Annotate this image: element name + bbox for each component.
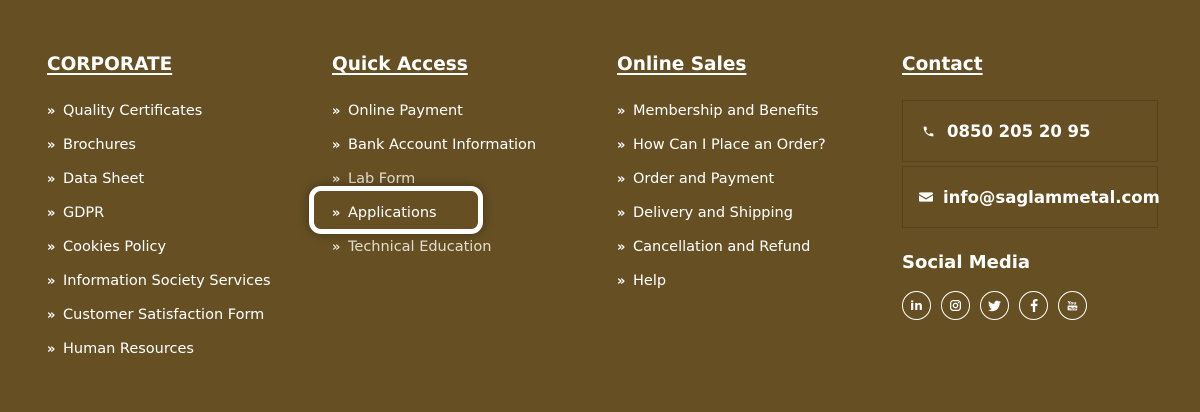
footer-link-information-society-services[interactable]: » Information Society Services — [47, 264, 307, 298]
footer-link-applications[interactable]: » Applications — [332, 196, 592, 230]
double-chevron-right-icon: » — [332, 171, 341, 187]
double-chevron-right-icon: » — [617, 239, 626, 255]
footer-link-data-sheet[interactable]: » Data Sheet — [47, 162, 307, 196]
double-chevron-right-icon: » — [617, 205, 626, 221]
footer-link-delivery-and-shipping[interactable]: » Delivery and Shipping — [617, 196, 877, 230]
quick-access-heading[interactable]: Quick Access — [332, 52, 468, 78]
footer-link-bank-account-information[interactable]: » Bank Account Information — [332, 128, 592, 162]
phone-icon — [919, 122, 937, 140]
youtube-icon[interactable]: You Tube — [1058, 291, 1087, 320]
footer-link-technical-education[interactable]: » Technical Education — [332, 230, 592, 264]
footer-link-gdpr[interactable]: » GDPR — [47, 196, 307, 230]
double-chevron-right-icon: » — [617, 137, 626, 153]
contact-boxes: 0850 205 20 95 info@saglammetal.com — [902, 100, 1160, 228]
phone-number: 0850 205 20 95 — [947, 121, 1091, 141]
double-chevron-right-icon: » — [332, 239, 341, 255]
footer-link-brochures[interactable]: » Brochures — [47, 128, 307, 162]
double-chevron-right-icon: » — [47, 205, 56, 221]
footer-link-help[interactable]: » Help — [617, 264, 877, 298]
footer-link-order-and-payment[interactable]: » Order and Payment — [617, 162, 877, 196]
footer-link-customer-satisfaction-form[interactable]: » Customer Satisfaction Form — [47, 298, 307, 332]
double-chevron-right-icon: » — [617, 273, 626, 289]
double-chevron-right-icon: » — [332, 137, 341, 153]
double-chevron-right-icon: » — [617, 171, 626, 187]
footer-column-corporate: CORPORATE » Quality Certificates » Brochur… — [47, 52, 307, 366]
footer-link-quality-certificates[interactable]: » Quality Certificates — [47, 94, 307, 128]
email-address: info@saglammetal.com — [943, 187, 1160, 207]
double-chevron-right-icon: » — [47, 341, 56, 357]
double-chevron-right-icon: » — [332, 103, 341, 119]
footer-link-human-resources[interactable]: » Human Resources — [47, 332, 307, 366]
instagram-icon[interactable] — [941, 291, 970, 320]
svg-text:Tube: Tube — [1069, 306, 1079, 311]
social-media-title: Social Media — [902, 252, 1031, 273]
footer-link-membership-and-benefits[interactable]: » Membership and Benefits — [617, 94, 877, 128]
footer-column-quick-access: Quick Access » Online Payment » Bank Accou… — [332, 52, 592, 264]
footer-column-contact: Contact 0850 205 20 95 info@saglammetal.… — [902, 52, 1160, 320]
phone-contact-box[interactable]: 0850 205 20 95 — [902, 100, 1158, 162]
footer-column-online-sales: Online Sales » Membership and Benefits » H… — [617, 52, 877, 298]
social-media-links: in You Tube — [902, 291, 1158, 320]
double-chevron-right-icon: » — [47, 103, 56, 119]
twitter-icon[interactable] — [980, 291, 1009, 320]
double-chevron-right-icon: » — [47, 137, 56, 153]
envelope-icon — [919, 188, 933, 206]
double-chevron-right-icon: » — [332, 205, 341, 221]
quick-access-links: » Online Payment » Bank Account Informatio… — [332, 94, 592, 264]
double-chevron-right-icon: » — [47, 273, 56, 289]
footer-link-how-can-i-place-an-order[interactable]: » How Can I Place an Order? — [617, 128, 877, 162]
corporate-heading[interactable]: CORPORATE — [47, 52, 172, 78]
footer-link-cancellation-and-refund[interactable]: » Cancellation and Refund — [617, 230, 877, 264]
contact-heading[interactable]: Contact — [902, 52, 983, 78]
online-sales-links: » Membership and Benefits » How Can I Plac… — [617, 94, 877, 298]
double-chevron-right-icon: » — [47, 171, 56, 187]
double-chevron-right-icon: » — [47, 239, 56, 255]
linkedin-icon[interactable]: in — [902, 291, 931, 320]
double-chevron-right-icon: » — [617, 103, 626, 119]
footer-link-cookies-policy[interactable]: » Cookies Policy — [47, 230, 307, 264]
footer-link-lab-form[interactable]: » Lab Form — [332, 162, 592, 196]
online-sales-heading[interactable]: Online Sales — [617, 52, 746, 78]
facebook-icon[interactable] — [1019, 291, 1048, 320]
corporate-links: » Quality Certificates » Brochures » Data S… — [47, 94, 307, 366]
footer-link-online-payment[interactable]: » Online Payment — [332, 94, 592, 128]
email-contact-box[interactable]: info@saglammetal.com — [902, 166, 1160, 228]
double-chevron-right-icon: » — [47, 307, 56, 323]
